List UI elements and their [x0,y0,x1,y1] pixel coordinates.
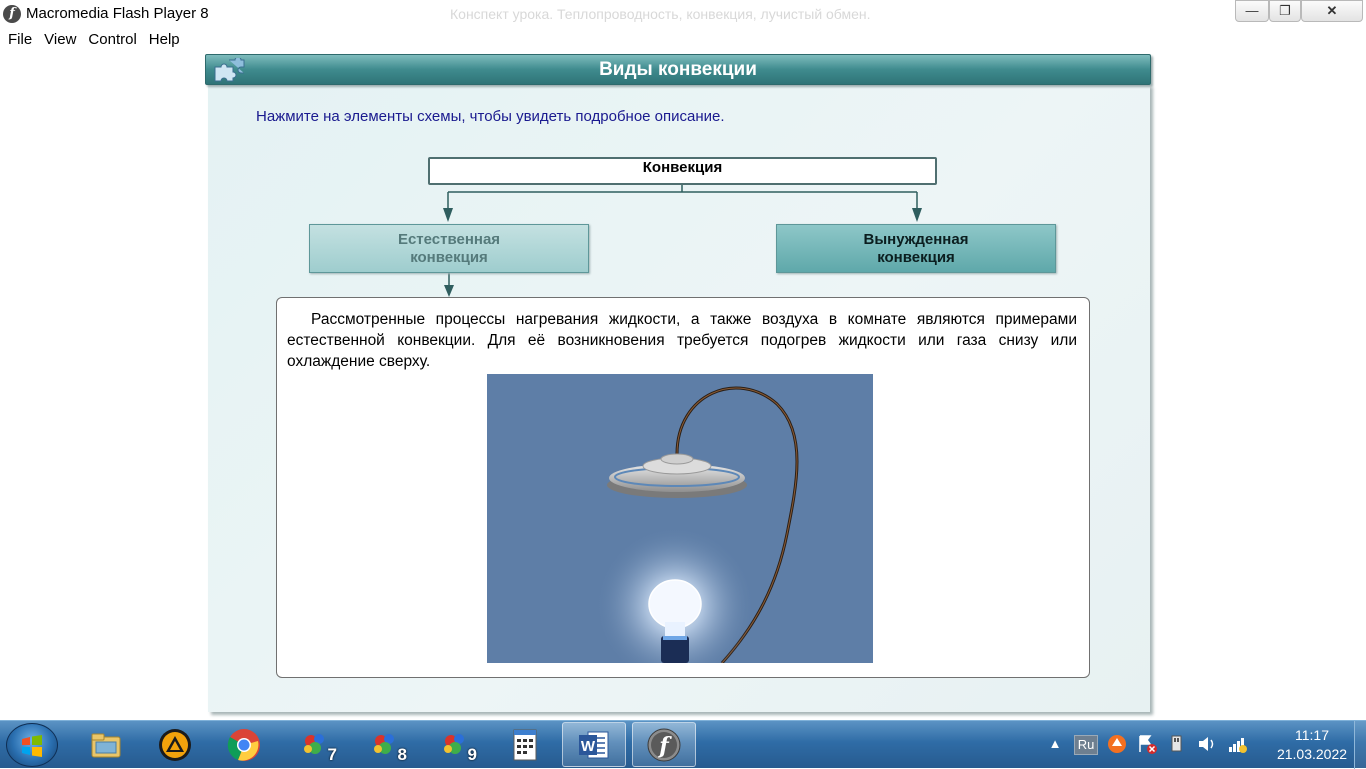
chrome-icon [227,728,260,761]
menu-bar: File View Control Help [0,28,1366,52]
diagram-root-convection[interactable]: Конвекция [428,157,937,185]
taskbar: 7 8 9 W f ▲ Ru 11:17 21.03.2022 [0,720,1366,769]
chemistry-7-icon: 7 [297,727,337,764]
clock-time: 11:17 [1295,727,1329,743]
safely-remove-hardware-icon[interactable] [1166,733,1188,755]
window-title-bar[interactable]: f Macromedia Flash Player 8 Конспект уро… [0,0,1366,28]
menu-help[interactable]: Help [143,29,186,51]
aimp-icon [159,728,191,761]
description-text: Рассмотренные процессы нагревания жидкос… [287,311,1077,370]
taskbar-notepad[interactable] [493,722,557,767]
natural-convection-label-2: конвекция [410,249,488,266]
clock[interactable]: 11:17 21.03.2022 [1264,726,1360,764]
taskbar-explorer[interactable] [74,722,138,767]
windows-logo-icon [22,735,42,757]
menu-control[interactable]: Control [82,29,142,51]
volume-icon[interactable] [1196,733,1218,755]
taskbar-chemistry-8[interactable]: 8 [353,722,417,767]
start-button[interactable] [6,723,58,767]
forced-convection-label-1: Вынужденная [863,231,969,248]
restore-button[interactable]: ❐ [1269,0,1301,22]
lamp-drawing [595,386,799,663]
svg-text:W: W [581,738,596,755]
lesson-header: Виды конвекции [205,54,1151,85]
lesson-title: Виды конвекции [599,59,757,80]
taskbar-word[interactable]: W [562,722,626,767]
description-box: Рассмотренные процессы нагревания жидкос… [276,297,1090,678]
show-desktop-button[interactable] [1354,721,1366,769]
notepad-icon [513,729,537,760]
instruction-text: Нажмите на элементы схемы, чтобы увидеть… [256,108,725,125]
chemistry-9-icon: 9 [437,727,477,764]
taskbar-aimp[interactable] [143,722,207,767]
chemistry-7-label: 7 [327,744,337,764]
minimize-button[interactable]: — [1235,0,1269,22]
show-hidden-icons-icon[interactable]: ▲ [1044,733,1066,755]
window-title: Macromedia Flash Player 8 [26,5,209,22]
chemistry-8-icon: 8 [367,727,407,764]
network-icon[interactable] [1226,733,1248,755]
flash-app-icon: f [3,5,21,23]
flash-stage: Виды конвекции Нажмите на элементы схемы… [0,52,1366,720]
folder-icon [91,733,121,757]
taskbar-chemistry-7[interactable]: 7 [283,722,347,767]
diagram-node-forced-convection[interactable]: Вынужденная конвекция [776,224,1056,273]
language-indicator[interactable]: Ru [1074,735,1098,755]
menu-view[interactable]: View [38,29,82,51]
lamp-illustration [487,374,873,663]
system-tray: ▲ Ru 11:17 21.03.2022 [1040,721,1366,769]
close-button[interactable]: ✕ [1301,0,1363,22]
forced-convection-label-2: конвекция [877,249,955,266]
diagram-node-natural-convection[interactable]: Естественная конвекция [309,224,589,273]
natural-convection-label-1: Естественная [397,231,501,248]
taskbar-chemistry-9[interactable]: 9 [423,722,487,767]
avast-icon[interactable] [1106,733,1128,755]
word-icon: W [579,731,609,758]
action-center-icon[interactable] [1136,733,1158,755]
taskbar-flash-player[interactable]: f [632,722,696,767]
background-window-title: Конспект урока. Теплопроводность, конвек… [450,6,871,22]
chemistry-9-label: 9 [467,744,477,764]
chemistry-8-label: 8 [397,744,407,764]
taskbar-chrome[interactable] [212,722,276,767]
flash-player-icon: f [647,728,681,761]
menu-file[interactable]: File [2,29,38,51]
clock-date: 21.03.2022 [1276,746,1348,762]
